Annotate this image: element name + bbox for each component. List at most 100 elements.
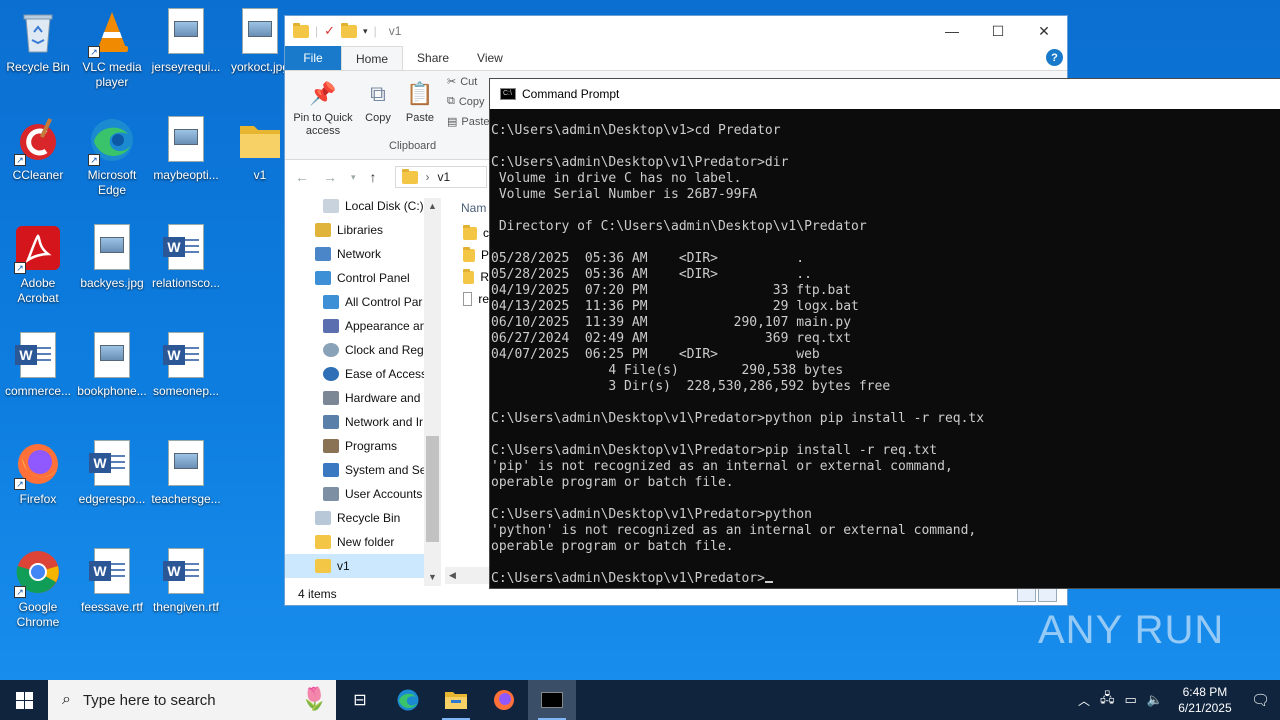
nav-item-local-disk[interactable]: Local Disk (C:) — [285, 194, 441, 218]
nav-pane-scrollbar[interactable]: ▲ ▼ — [424, 198, 441, 586]
console-output[interactable]: C:\Users\admin\Desktop\v1>cd Predator C:\… — [490, 109, 1280, 587]
taskbar-file-explorer[interactable] — [432, 680, 480, 720]
nav-item-hardware[interactable]: Hardware and : — [285, 386, 441, 410]
tab-home[interactable]: Home — [341, 46, 404, 70]
word-document-icon: W — [14, 332, 62, 380]
cut-button[interactable]: ✂ Cut — [447, 75, 477, 89]
back-arrow-icon[interactable]: ← — [295, 169, 309, 185]
desktop-icon-microsoft-edge[interactable]: ↗ Microsoft Edge — [74, 110, 150, 206]
desktop-icon-teachersge[interactable]: teachersge... — [148, 434, 224, 530]
desktop-icon-recycle-bin[interactable]: Recycle Bin — [0, 2, 76, 98]
forward-arrow-icon[interactable]: → — [323, 169, 337, 185]
taskbar-clock[interactable]: 6:48 PM 6/21/2025 — [1173, 684, 1237, 716]
file-list: Nam c P R re — [445, 194, 489, 584]
nav-item-network[interactable]: Network — [285, 242, 441, 266]
file-list-hscrollbar[interactable]: ◀ — [445, 567, 489, 584]
nav-item-ease-of-access[interactable]: Ease of Access — [285, 362, 441, 386]
desktop-icon-relationsco[interactable]: W relationsco... — [148, 218, 224, 314]
help-icon[interactable]: ? — [1046, 49, 1063, 66]
tab-view[interactable]: View — [463, 46, 517, 70]
close-button[interactable]: ✕ — [1021, 16, 1067, 46]
file-item[interactable]: re — [445, 288, 489, 310]
up-arrow-icon[interactable]: ↑ — [370, 169, 377, 185]
desktop-icon-label: maybeopti... — [153, 168, 219, 182]
desktop-icon-bookphone[interactable]: bookphone... — [74, 326, 150, 422]
tab-file[interactable]: File — [285, 46, 341, 70]
nav-item-all-control-panel[interactable]: All Control Par — [285, 290, 441, 314]
taskbar-search-box[interactable]: ⌕ Type here to search 🌷 — [48, 680, 336, 720]
volume-icon[interactable]: 🔈 — [1147, 692, 1163, 708]
nav-item-appearance[interactable]: Appearance an — [285, 314, 441, 338]
nav-item-new-folder[interactable]: New folder — [285, 530, 441, 554]
desktop-icon-ccleaner[interactable]: ↗ CCleaner — [0, 110, 76, 206]
address-bar[interactable]: › v1 — [394, 166, 487, 188]
file-item[interactable]: P — [445, 244, 489, 266]
recent-locations-chevron-icon[interactable]: ▾ — [351, 172, 356, 183]
tab-share[interactable]: Share — [403, 46, 463, 70]
maximize-button[interactable]: ☐ — [975, 16, 1021, 46]
desktop-icon-someonep[interactable]: W someonep... — [148, 326, 224, 422]
start-button[interactable] — [0, 680, 48, 720]
nav-item-v1[interactable]: v1 — [285, 554, 441, 578]
properties-icon[interactable]: ✓ — [324, 23, 335, 39]
search-highlight-flowers-icon: 🌷 — [300, 686, 328, 711]
nav-item-clock-region[interactable]: Clock and Regi — [285, 338, 441, 362]
taskbar-edge[interactable] — [384, 680, 432, 720]
column-header-name[interactable]: Nam — [445, 194, 489, 222]
image-file-icon — [88, 332, 136, 380]
desktop-icon-feessave[interactable]: W feessave.rtf — [74, 542, 150, 638]
network-status-icon[interactable]: 🖧 — [1100, 689, 1115, 711]
file-item[interactable]: R — [445, 266, 489, 288]
paste-icon: 📋 — [406, 80, 434, 106]
desktop-icon-label: feessave.rtf — [80, 600, 144, 614]
ethernet-icon[interactable]: ▭ — [1124, 692, 1136, 708]
task-view-button[interactable]: ⊟ — [336, 680, 384, 720]
explorer-title-bar[interactable]: | ✓ ▾ | v1 — ☐ ✕ — [285, 16, 1067, 46]
desktop-icon-adobe-acrobat[interactable]: ↗ Adobe Acrobat — [0, 218, 76, 314]
desktop-icon-maybeopti[interactable]: maybeopti... — [148, 110, 224, 206]
copy-path-button[interactable]: ⧉ Copy — [447, 95, 485, 108]
cmd-title-bar[interactable]: C:\ Command Prompt — [490, 79, 1280, 109]
nav-item-user-accounts[interactable]: User Accounts — [285, 482, 441, 506]
taskbar-command-prompt[interactable] — [528, 680, 576, 720]
copy-path-icon: ⧉ — [447, 95, 455, 107]
nav-item-control-panel[interactable]: Control Panel — [285, 266, 441, 290]
desktop-icon-commerce[interactable]: W commerce... — [0, 326, 76, 422]
desktop-icon-jerseyrequi[interactable]: jerseyrequi... — [148, 2, 224, 98]
taskbar-firefox[interactable] — [480, 680, 528, 720]
nav-item-system-security[interactable]: System and Se — [285, 458, 441, 482]
desktop-icon-backyes[interactable]: backyes.jpg — [74, 218, 150, 314]
anyrun-watermark: ANY RUN — [1038, 608, 1234, 674]
scroll-up-arrow-icon[interactable]: ▲ — [424, 198, 441, 215]
console-line: 06/27/2024 02:49 AM 369 req.txt — [491, 331, 852, 346]
console-prompt-line[interactable]: C:\Users\admin\Desktop\v1\Predator> — [491, 571, 1280, 587]
image-file-icon — [88, 224, 136, 272]
word-document-icon: W — [88, 548, 136, 596]
desktop-icon-thengiven[interactable]: W thengiven.rtf — [148, 542, 224, 638]
desktop-icon-firefox[interactable]: ↗ Firefox — [0, 434, 76, 530]
customize-toolbar-chevron-icon[interactable]: ▾ — [363, 26, 368, 37]
minimize-button[interactable]: — — [929, 16, 975, 46]
pin-to-quick-access-button[interactable]: 📌 Pin to Quick access — [291, 77, 355, 138]
desktop-icon-vlc[interactable]: ↗ VLC media player — [74, 2, 150, 98]
desktop-icon-edgerespo[interactable]: W edgerespo... — [74, 434, 150, 530]
nav-item-programs[interactable]: Programs — [285, 434, 441, 458]
paste-shortcut-button[interactable]: ▤ Paste — [447, 115, 490, 129]
desktop-icon-label: teachersge... — [151, 492, 221, 506]
notifications-icon[interactable]: 🗨 — [1251, 691, 1270, 709]
nav-item-network-internet[interactable]: Network and Ir — [285, 410, 441, 434]
copy-icon: ⧉ — [370, 80, 386, 106]
scrollbar-thumb[interactable] — [426, 436, 439, 542]
file-item[interactable]: c — [445, 222, 489, 244]
copy-button[interactable]: ⧉ Copy — [361, 77, 395, 125]
file-explorer-icon — [445, 692, 467, 709]
nav-item-libraries[interactable]: Libraries — [285, 218, 441, 242]
command-prompt-window[interactable]: C:\ Command Prompt C:\Users\admin\Deskto… — [489, 78, 1280, 589]
paste-button[interactable]: 📋 Paste — [403, 77, 437, 125]
console-line: 3 Dir(s) 228,530,286,592 bytes free — [491, 379, 891, 394]
scroll-left-arrow-icon[interactable]: ◀ — [449, 570, 456, 580]
desktop-icon-google-chrome[interactable]: ↗ Google Chrome — [0, 542, 76, 638]
show-hidden-icons-chevron-icon[interactable]: ︿ — [1078, 692, 1090, 709]
nav-item-recycle-bin[interactable]: Recycle Bin — [285, 506, 441, 530]
new-folder-icon[interactable] — [341, 22, 358, 38]
